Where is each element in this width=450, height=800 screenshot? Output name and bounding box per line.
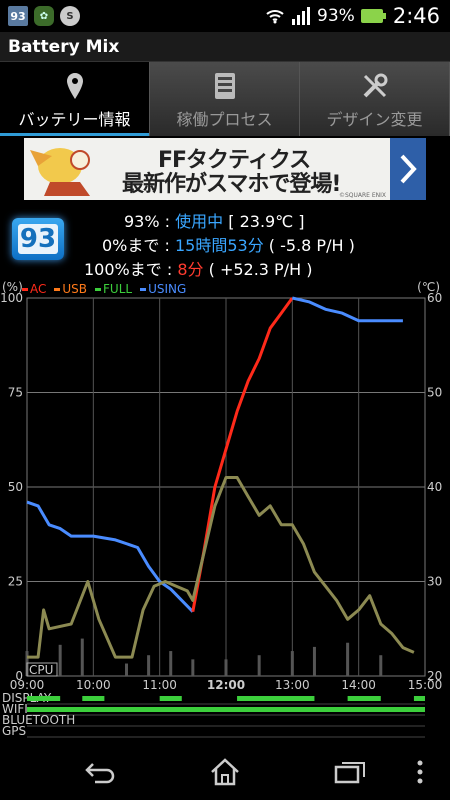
cpu-bar [224, 659, 228, 676]
tab-label: バッテリー情報 [18, 110, 131, 129]
cpu-bar [346, 642, 350, 676]
info-row-full-eta: 100%まで : 8分 ( +52.3 P/H ) [84, 256, 312, 280]
x-tick-label: 10:00 [76, 678, 111, 692]
app-bar: Battery Mix [0, 32, 450, 62]
cpu-bar [257, 655, 261, 676]
status-bar: 93 ✿ S 93% 2:46 [0, 0, 450, 32]
home-button[interactable] [205, 754, 245, 790]
system-icons: 93% 2:46 [265, 4, 440, 28]
ad-banner[interactable]: FFタクティクス 最新作がスマホで登場! ©SQUARE ENIX [24, 138, 426, 200]
status-segment [82, 696, 105, 701]
info-row-status: 93% : 使用中 [ 23.9℃ ] [124, 208, 305, 232]
status-segment [413, 696, 425, 701]
battery-icon [360, 9, 386, 23]
info-label: 0%まで [102, 236, 160, 255]
empty-eta-value: 15時間53分 [174, 236, 264, 255]
discharge-rate: ( -5.8 P/H ) [268, 236, 355, 255]
tools-icon [300, 72, 449, 100]
status-segment [27, 696, 61, 701]
status-segment [347, 696, 381, 701]
back-button[interactable] [80, 754, 120, 790]
cpu-bar [191, 659, 195, 676]
y-left-tick-label: 25 [8, 575, 23, 589]
tab-design[interactable]: デザイン変更 [300, 62, 450, 136]
app-title: Battery Mix [8, 37, 120, 57]
clock: 2:46 [392, 4, 440, 28]
x-tick-label: 13:00 [275, 678, 310, 692]
location-pin-icon [0, 72, 149, 100]
tab-label: 稼働プロセス [176, 110, 273, 129]
info-label: 93% [124, 212, 160, 231]
y-right-tick-label: 60 [427, 291, 442, 305]
tab-processes[interactable]: 稼働プロセス [150, 62, 300, 136]
signal-icon [292, 7, 311, 25]
series-line [27, 476, 415, 659]
x-tick-label: 09:00 [10, 678, 45, 692]
cpu-bar [125, 663, 128, 676]
chevron-right-icon[interactable] [390, 138, 426, 200]
notification-icons: 93 ✿ S [8, 6, 80, 26]
info-row-empty-eta: 0%まで : 15時間53分 ( -5.8 P/H ) [102, 232, 355, 256]
usage-state: 使用中 [175, 212, 224, 231]
series-line [26, 500, 194, 613]
cpu-bar [169, 651, 173, 676]
s-app-icon: S [60, 6, 80, 26]
tab-label: デザイン変更 [326, 110, 423, 129]
cpu-bar [58, 644, 62, 676]
status-segment [159, 696, 182, 701]
ad-copyright: ©SQUARE ENIX [338, 192, 386, 199]
wifi-icon [266, 10, 284, 24]
battery-level-value: 93 [18, 224, 58, 254]
battery-level-badge: 93 [12, 218, 64, 260]
cpu-bar [379, 655, 383, 676]
info-sep: : [164, 236, 170, 255]
status-segment [27, 707, 425, 712]
list-icon [150, 72, 299, 100]
x-tick-label: 14:00 [341, 678, 376, 692]
series-line [191, 297, 294, 612]
ad-mascot-image [30, 148, 90, 196]
battery-history-chart: 0255075100203040506009:00 10:00 11:00 12:00… [0, 291, 443, 738]
y-left-tick-label: 50 [8, 480, 23, 494]
status-row-label: GPS [2, 724, 26, 738]
cpu-label: CPU [29, 663, 53, 677]
tab-battery-info[interactable]: バッテリー情報 [0, 62, 150, 136]
navigation-bar [0, 744, 450, 800]
x-tick-label: 15:00 [408, 678, 443, 692]
overflow-menu-button[interactable] [410, 754, 430, 790]
series-line [291, 296, 403, 323]
full-eta-value: 8分 [177, 260, 204, 279]
battery-mix-notification-icon: 93 [8, 6, 28, 26]
cpu-bar [80, 638, 84, 676]
recent-apps-button[interactable] [330, 754, 370, 790]
y-right-tick-label: 30 [427, 575, 442, 589]
info-sep: : [164, 212, 171, 231]
status-segment [237, 696, 315, 701]
y-right-tick-label: 40 [427, 480, 442, 494]
info-sep: : [166, 260, 173, 279]
y-left-tick-label: 75 [8, 386, 23, 400]
info-label: 100%まで [84, 260, 162, 279]
cpu-bar [147, 655, 151, 676]
cpu-bar [290, 651, 294, 676]
charge-rate: ( +52.3 P/H ) [208, 260, 313, 279]
tab-bar: バッテリー情報 稼働プロセス デザイン変更 [0, 62, 450, 136]
battery-percent: 93% [317, 6, 355, 26]
y-right-tick-label: 50 [427, 386, 442, 400]
cpu-bar [312, 646, 316, 676]
mix-app-icon: ✿ [34, 6, 54, 26]
x-tick-label: 11:00 [142, 678, 177, 692]
y-left-tick-label: 100 [0, 291, 23, 305]
temperature: [ 23.9℃ ] [228, 212, 305, 231]
ad-subline: 最新作がスマホで登場! [122, 172, 341, 197]
x-tick-label: 12:00 [207, 678, 245, 692]
